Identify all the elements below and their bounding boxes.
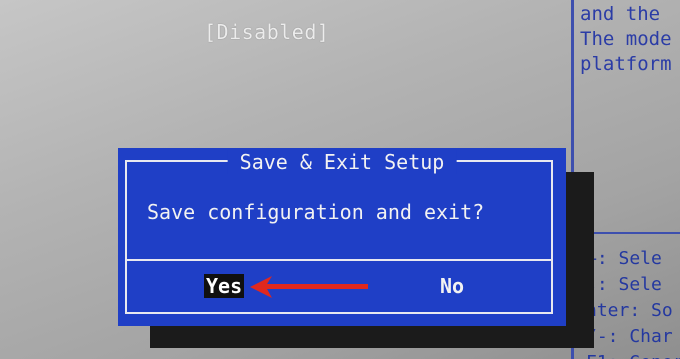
dialog-title: Save & Exit Setup xyxy=(227,150,457,174)
help-panel: and the The mode platform xyxy=(580,2,672,77)
yes-button[interactable]: Yes xyxy=(204,274,245,298)
help-line: platform xyxy=(580,53,672,75)
help-line: and the xyxy=(580,3,661,25)
save-exit-dialog: Save & Exit Setup Save configuration and… xyxy=(118,148,566,326)
key-legend-line: F1: Gener xyxy=(586,350,680,359)
key-legend-line: ↓: Sele xyxy=(586,274,662,295)
no-button[interactable]: No xyxy=(438,274,466,298)
key-legend-line: /-: Char xyxy=(586,326,673,347)
key-legend-panel: ←: Sele ↓: Sele nter: So /-: Char F1: Ge… xyxy=(586,246,680,359)
key-legend-line: nter: So xyxy=(586,300,673,321)
dialog-message: Save configuration and exit? xyxy=(147,200,485,224)
dialog-divider xyxy=(127,259,551,261)
help-line: The mode xyxy=(580,28,672,50)
red-arrow-icon xyxy=(250,276,368,298)
setting-value-disabled: [Disabled] xyxy=(204,20,330,44)
key-legend-line: ←: Sele xyxy=(586,248,662,269)
bios-screen: [Disabled] and the The mode platform ←: … xyxy=(0,0,680,359)
